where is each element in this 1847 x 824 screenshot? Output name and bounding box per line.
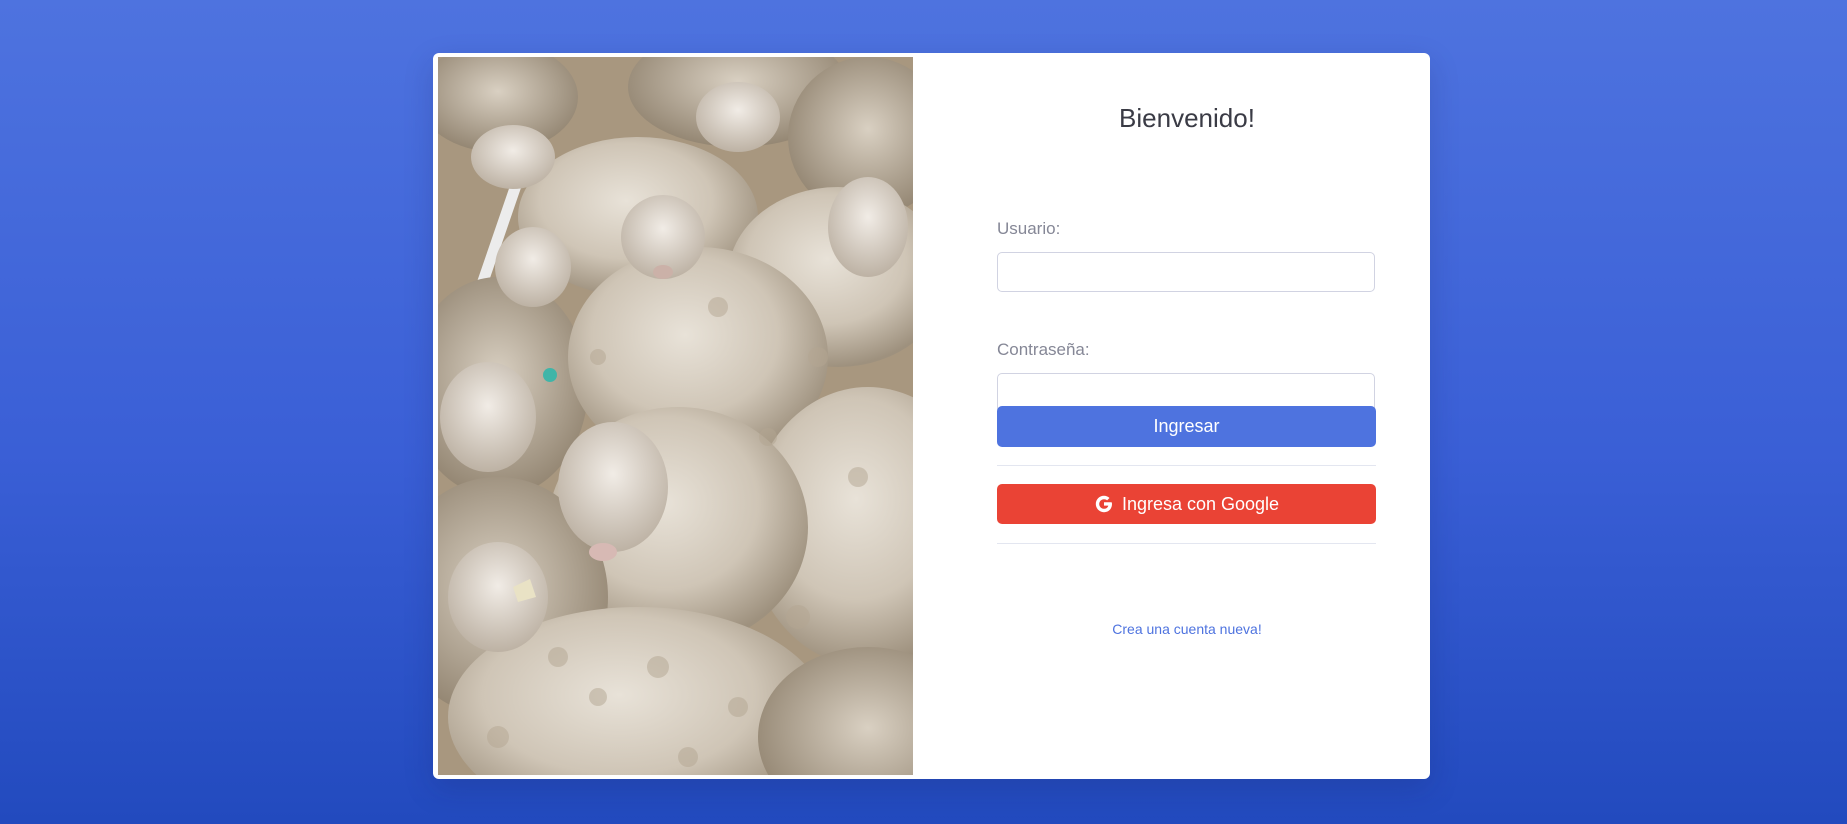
login-button[interactable]: Ingresar bbox=[997, 406, 1376, 447]
google-button-label: Ingresa con Google bbox=[1121, 493, 1280, 514]
divider bbox=[997, 465, 1376, 466]
password-label: Contraseña: bbox=[997, 340, 1090, 359]
login-form: Bienvenido! Usuario: Contraseña: Ingresa… bbox=[997, 53, 1377, 779]
login-card: Bienvenido! Usuario: Contraseña: Ingresa… bbox=[433, 53, 1430, 779]
login-button-label: Ingresar bbox=[1153, 416, 1220, 436]
google-login-button[interactable]: Ingresa con Google bbox=[997, 484, 1376, 524]
google-icon bbox=[1094, 494, 1114, 514]
divider bbox=[997, 543, 1376, 544]
username-input[interactable] bbox=[997, 252, 1375, 292]
create-account-link[interactable]: Crea una cuenta nueva! bbox=[997, 621, 1377, 637]
sheep-photo bbox=[438, 57, 913, 775]
page-title: Bienvenido! bbox=[1119, 103, 1255, 133]
username-label: Usuario: bbox=[997, 219, 1061, 238]
